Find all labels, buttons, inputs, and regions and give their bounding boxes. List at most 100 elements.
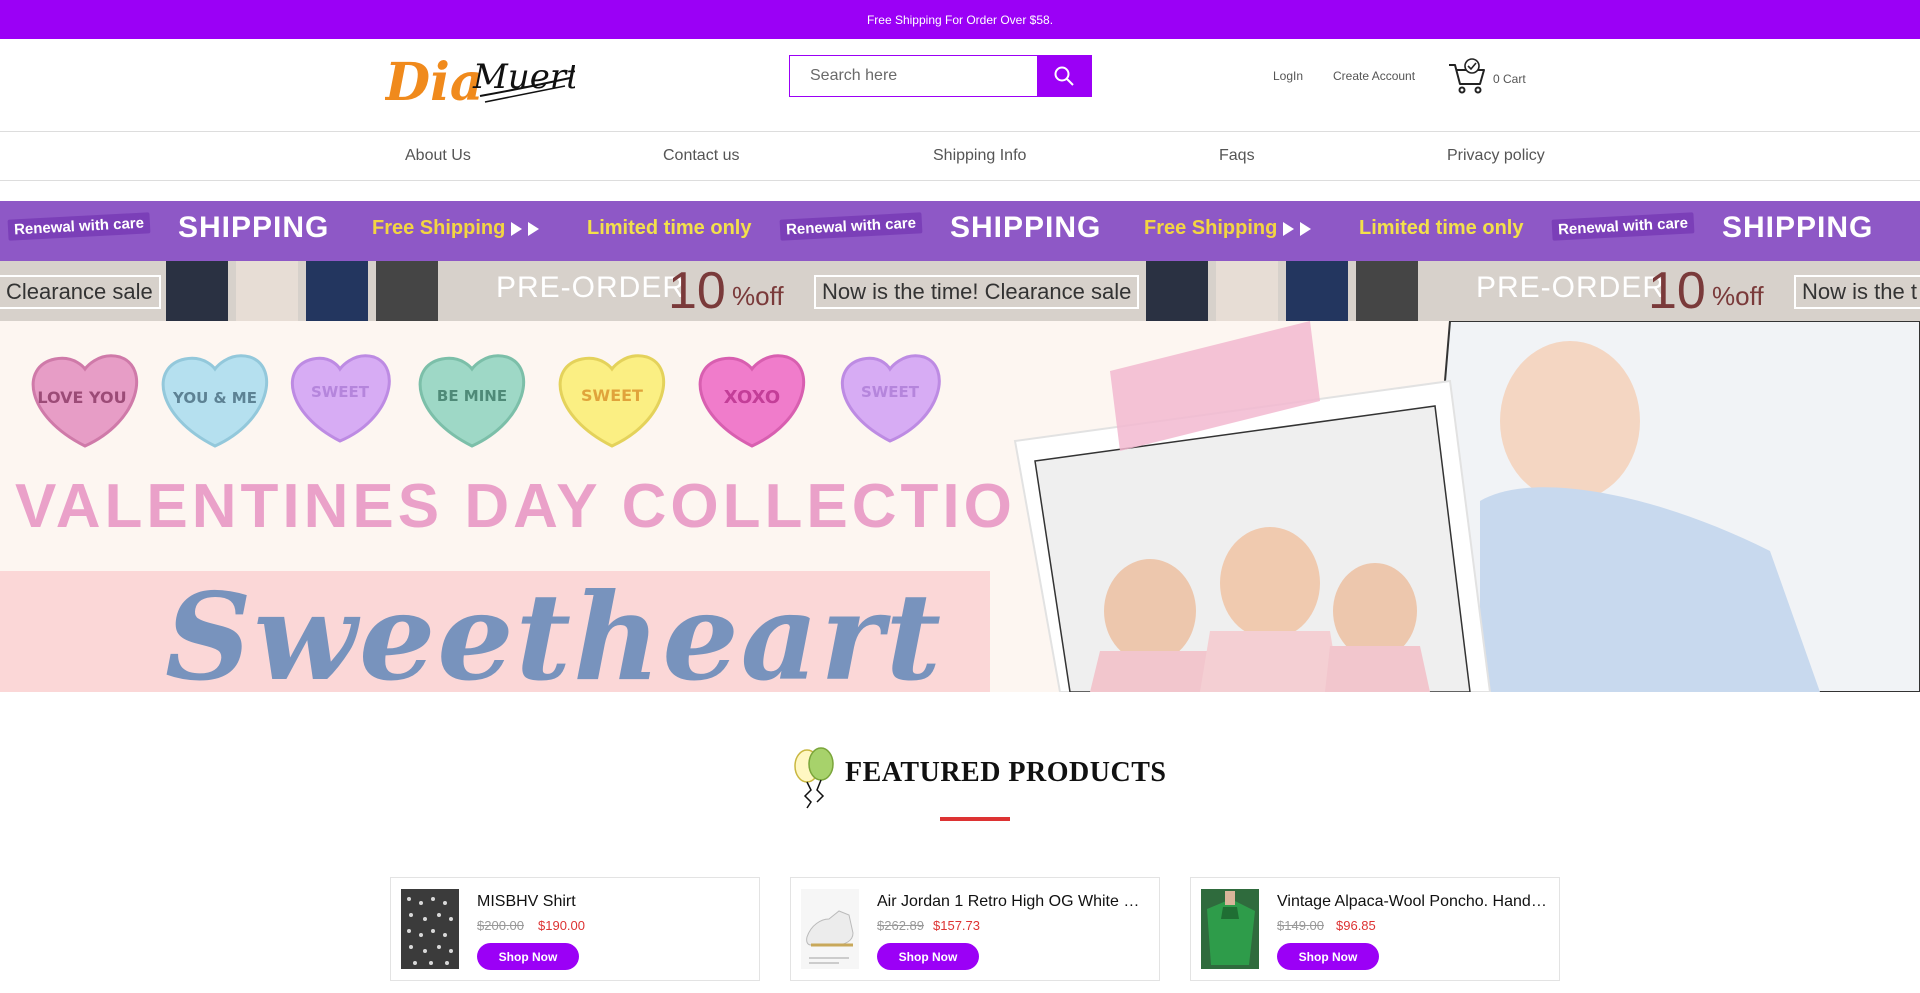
logo-image: Dia Muertos [383,52,618,113]
svg-text:Muertos: Muertos [472,57,575,97]
product-image [1146,261,1208,321]
product-old-price: $149.00 [1277,918,1324,933]
shipping-text: SHIPPING [950,211,1102,244]
cart-link[interactable]: 0 Cart [1447,57,1526,95]
main-nav: About Us Contact us Shipping Info Faqs P… [0,131,1920,181]
product-old-price: $262.89 [877,918,924,933]
shipping-text: SHIPPING [1722,211,1874,244]
shop-now-button[interactable]: Shop Now [1277,943,1379,970]
search-input[interactable] [790,56,1037,96]
play-icon [528,221,540,236]
free-shipping-text: Free Shipping [1144,217,1312,240]
renewal-text: Renewal with care [1551,212,1695,241]
clearance-sale-text: Clearance sale [0,275,161,309]
play-icon [1283,221,1295,236]
product-new-price: $96.85 [1336,918,1376,933]
renewal-text: Renewal with care [779,212,923,241]
search-icon [1054,66,1074,86]
search-button[interactable] [1037,56,1091,96]
product-image [306,261,368,321]
candy-heart: XOXO [698,354,806,448]
product-name[interactable]: MISBHV Shirt [477,893,747,911]
limited-time-text: Limited time only [587,217,752,239]
featured-products-title: FEATURED PRODUCTS [845,757,1167,788]
collection-title: VALENTINES DAY COLLECTION [15,472,1065,541]
candy-heart: LOVE YOU [31,354,139,448]
discount-off: %off [732,281,784,311]
nav-contact-us[interactable]: Contact us [663,147,739,165]
shipping-text: SHIPPING [178,211,330,244]
free-shipping-label: Free Shipping [372,217,506,239]
nav-privacy-policy[interactable]: Privacy policy [1447,147,1545,165]
nav-faqs[interactable]: Faqs [1219,147,1255,165]
heart-text-4: BE MINE [437,387,507,405]
play-icon [1300,221,1312,236]
candy-heart: YOU & ME [161,354,269,448]
product-name[interactable]: Air Jordan 1 Retro High OG White Gold [877,893,1147,911]
product-image [166,261,228,321]
promo-strip-segment: PRE-ORDER 10 %off Now is the t [1146,261,1920,321]
site-header: Dia Muertos LogIn Create Account 0 Cart [0,39,1920,131]
product-image [376,261,438,321]
now-is-the-time-text: Now is the time! Clearance sale [814,275,1140,309]
heart-text-2: YOU & ME [172,389,257,407]
pre-order-text: PRE-ORDER [1476,271,1666,304]
baby-face [1500,341,1640,501]
discount-off: %off [1712,281,1764,311]
featured-underline [940,817,1010,821]
product-card[interactable]: Air Jordan 1 Retro High OG White Gold $2… [790,877,1160,981]
candy-heart: SWEET [290,354,391,443]
login-link[interactable]: LogIn [1273,69,1303,83]
product-card[interactable]: Vintage Alpaca-Wool Poncho. Handmade $14… [1190,877,1560,981]
pre-order-text: PRE-ORDER [496,271,686,304]
nav-about-us[interactable]: About Us [405,147,471,165]
candy-heart: SWEET [840,354,941,443]
promo-strip-segment: Renewal with care SHIPPING Free Shipping… [772,201,1544,261]
cart-icon [1449,58,1485,94]
heart-text-3: SWEET [311,383,370,401]
create-account-link[interactable]: Create Account [1333,69,1415,83]
play-icon [511,221,523,236]
heart-text-6: XOXO [724,387,780,408]
promo-strip-shipping[interactable]: Renewal with care SHIPPING Free Shipping… [0,201,1920,261]
heart-text-1: LOVE YOU [37,388,126,407]
hero-banner[interactable]: LOVE YOU YOU & ME SWEET BE MINE SWEET XO… [0,321,1920,692]
product-card[interactable]: MISBHV Shirt $200.00 $190.00 Shop Now [390,877,760,981]
cart-count: 0 Cart [1493,72,1526,86]
product-image [1216,261,1278,321]
promo-strip-clearance[interactable]: Clearance sale PRE-ORDER 10 %off Now is … [0,261,1920,321]
promo-strip-segment: Renewal with care SHIPPING Free Shipping… [0,201,772,261]
discount-percent: 10 [668,262,726,320]
promo-strip-segment: PRE-ORDER 10 %off Now is the time! Clear… [166,261,1146,321]
heart-text-7: SWEET [861,383,920,401]
product-image [1356,261,1418,321]
search-box [789,55,1092,97]
shop-now-button[interactable]: Shop Now [477,943,579,970]
candy-heart: SWEET [558,354,666,448]
site-logo[interactable]: Dia Muertos [383,48,618,113]
product-new-price: $157.73 [933,918,980,933]
product-name[interactable]: Vintage Alpaca-Wool Poncho. Handmade [1277,893,1547,911]
product-image [1286,261,1348,321]
now-is-the-time-text: Now is the t [1794,275,1920,309]
heart-text-5: SWEET [581,386,643,405]
svg-text:Dia: Dia [385,52,484,108]
product-image [236,261,298,321]
free-shipping-label: Free Shipping [1144,217,1278,239]
candy-heart: BE MINE [418,354,526,448]
sweetheart-title: Sweetheart [165,567,944,692]
product-new-price: $190.00 [538,918,585,933]
shop-now-button[interactable]: Shop Now [877,943,979,970]
product-thumbnail[interactable] [1201,889,1259,969]
free-shipping-text: Free Shipping [372,217,540,240]
limited-time-text: Limited time only [1359,217,1524,239]
candy-hearts-row: LOVE YOU YOU & ME SWEET BE MINE SWEET XO… [31,354,941,448]
promo-strip-segment: Renewal with care SHIPPING [1544,201,1920,261]
product-old-price: $200.00 [477,918,524,933]
nav-shipping-info[interactable]: Shipping Info [933,147,1026,165]
announcement-text: Free Shipping For Order Over $58. [866,12,1054,27]
announcement-bar: Free Shipping For Order Over $58. [0,0,1920,39]
product-thumbnail[interactable] [401,889,459,969]
product-thumbnail[interactable] [801,889,859,969]
balloons-icon [794,747,834,809]
